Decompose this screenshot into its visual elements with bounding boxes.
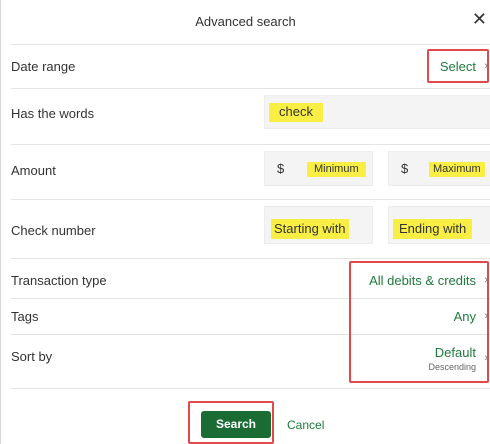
amount-min-placeholder: Minimum bbox=[307, 162, 366, 177]
divider bbox=[11, 199, 490, 200]
dollar-sign: $ bbox=[401, 161, 409, 176]
annotation-box bbox=[427, 49, 489, 83]
tags-label: Tags bbox=[11, 309, 39, 324]
search-button[interactable]: Search bbox=[201, 411, 271, 438]
dialog-title: Advanced search bbox=[195, 14, 296, 29]
amount-min-input[interactable]: $ Minimum bbox=[264, 151, 373, 186]
divider bbox=[11, 44, 490, 45]
amount-label: Amount bbox=[11, 163, 56, 178]
check-end-input[interactable]: Ending with bbox=[388, 206, 490, 244]
advanced-search-dialog: Advanced search ✕ Date range Select › Ha… bbox=[0, 0, 490, 444]
cancel-link[interactable]: Cancel bbox=[287, 418, 324, 432]
close-icon[interactable]: ✕ bbox=[472, 9, 487, 29]
amount-max-placeholder: Maximum bbox=[429, 162, 485, 177]
amount-max-input[interactable]: $ Maximum bbox=[388, 151, 490, 186]
transaction-type-label: Transaction type bbox=[11, 273, 107, 288]
annotation-box bbox=[349, 261, 489, 383]
has-words-label: Has the words bbox=[11, 106, 95, 121]
divider bbox=[11, 88, 490, 89]
dollar-sign: $ bbox=[277, 161, 285, 176]
sort-by-label: Sort by bbox=[11, 349, 53, 364]
has-words-value: check bbox=[269, 103, 323, 122]
check-number-label: Check number bbox=[11, 223, 96, 238]
check-start-input[interactable]: Starting with bbox=[264, 206, 373, 244]
divider bbox=[11, 144, 490, 145]
divider bbox=[11, 258, 490, 259]
check-start-placeholder: Starting with bbox=[271, 219, 349, 239]
divider bbox=[11, 388, 490, 389]
has-words-input[interactable]: check bbox=[264, 95, 490, 129]
date-range-label: Date range bbox=[11, 59, 76, 74]
check-end-placeholder: Ending with bbox=[393, 219, 473, 239]
